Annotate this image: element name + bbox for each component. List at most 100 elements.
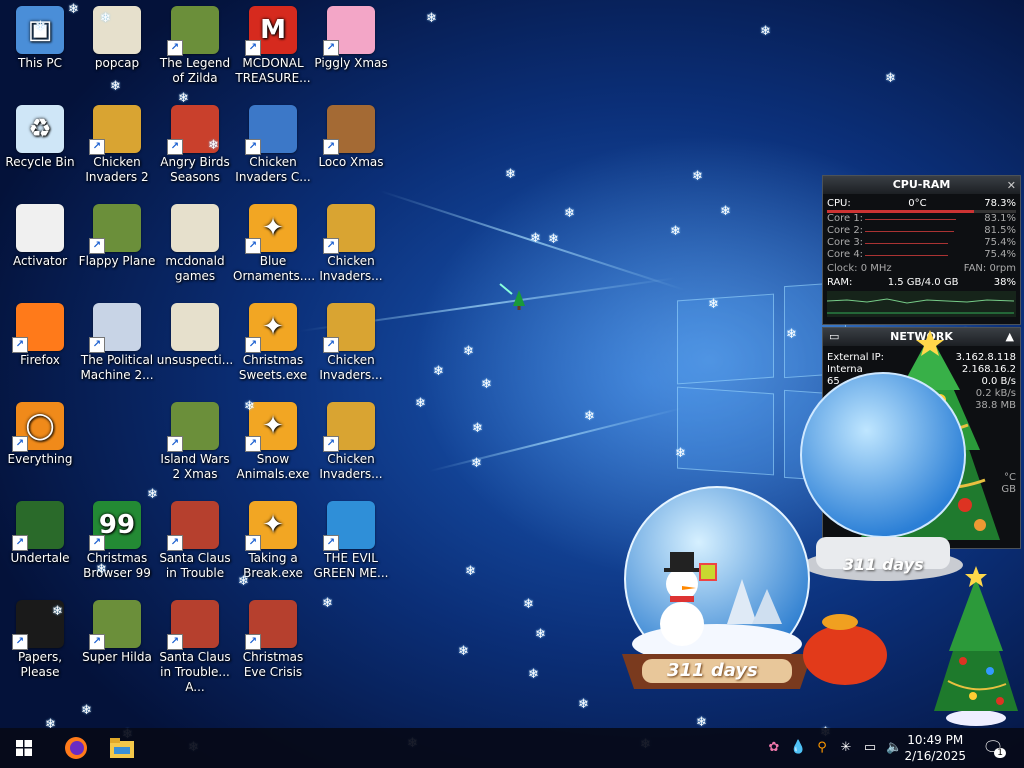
desktop-icon[interactable]: ↗ Papers, Please bbox=[0, 600, 80, 680]
clock-time: 10:49 PM bbox=[907, 733, 964, 747]
chicken-icon: ↗ bbox=[323, 204, 375, 254]
desktop-icon[interactable]: ↗ Christmas Eve Crisis bbox=[233, 600, 313, 680]
file-explorer-taskbar-icon[interactable] bbox=[100, 728, 144, 768]
desktop-icon[interactable]: ↗ Undertale bbox=[0, 501, 80, 566]
puzzle-icon[interactable]: ✿ bbox=[766, 740, 782, 756]
start-button[interactable] bbox=[0, 728, 48, 768]
action-center-button[interactable]: 🗨 1 bbox=[978, 728, 1008, 768]
volume-muted-icon[interactable]: 🔈 bbox=[886, 740, 902, 756]
desktop-icon[interactable]: ↗ Super Hilda bbox=[77, 600, 157, 665]
desktop-icon-label: Santa Claus in Trouble bbox=[159, 551, 231, 580]
shortcut-arrow-icon: ↗ bbox=[323, 436, 339, 452]
desktop-icon[interactable]: ↗ The Political Machine 2... bbox=[77, 303, 157, 383]
exe-icon: ✦ ↗ bbox=[245, 204, 297, 254]
undertale-icon: ↗ bbox=[12, 501, 64, 551]
snowflake-icon: ❄ bbox=[675, 446, 686, 461]
cpu-ram-gadget[interactable]: CPU-RAM ✕ CPU: 0°C 78.3% Core 1: 83.1% Cor… bbox=[822, 175, 1021, 325]
desktop-icon[interactable]: Activator bbox=[0, 204, 80, 269]
cpu-label: CPU: bbox=[827, 198, 851, 209]
snowflake-icon: ❄ bbox=[548, 232, 559, 247]
desktop-icon[interactable]: ↗ THE EVIL GREEN ME... bbox=[311, 501, 391, 581]
drop-icon[interactable]: 💧 bbox=[790, 740, 806, 756]
shortcut-arrow-icon: ↗ bbox=[245, 139, 261, 155]
desktop-icon-label: Christmas Browser 99 bbox=[83, 551, 151, 580]
shortcut-arrow-icon: ↗ bbox=[323, 337, 339, 353]
snowglobe-days-label: 311 days bbox=[843, 555, 924, 574]
desktop-icon[interactable]: ↗ Loco Xmas bbox=[311, 105, 391, 170]
snowflake-icon: ❄ bbox=[68, 2, 79, 17]
desktop-icon[interactable]: ↗ Chicken Invaders... bbox=[311, 303, 391, 383]
snowglobe-gadget[interactable]: 311 days bbox=[798, 365, 968, 590]
search-tray-icon[interactable]: ⚲ bbox=[814, 740, 830, 756]
desktop-icon[interactable]: 99 ↗ Christmas Browser 99 bbox=[77, 501, 157, 581]
desktop-icon[interactable]: ↗ Angry Birds Seasons bbox=[155, 105, 235, 185]
desktop-icon[interactable]: popcap bbox=[77, 6, 157, 71]
shortcut-arrow-icon: ↗ bbox=[323, 139, 339, 155]
desktop-icon-label: Activator bbox=[12, 254, 68, 268]
desktop-icon[interactable]: ↗ Chicken Invaders C... bbox=[233, 105, 313, 185]
desktop-icon[interactable]: ↗ Chicken Invaders... bbox=[311, 204, 391, 284]
desktop-icon-label: Loco Xmas bbox=[318, 155, 384, 169]
gadget-title: CPU-RAM bbox=[892, 178, 951, 191]
santa-icon: ↗ bbox=[245, 600, 297, 650]
shortcut-arrow-icon: ↗ bbox=[12, 337, 28, 353]
desktop-icon[interactable]: ↗ Piggly Xmas bbox=[311, 6, 391, 71]
shortcut-arrow-icon: ↗ bbox=[245, 40, 261, 56]
snowflake-icon: ❄ bbox=[786, 327, 797, 342]
desktop-icon[interactable]: ♻ Recycle Bin bbox=[0, 105, 80, 170]
desktop-icon[interactable]: ↗ Flappy Plane bbox=[77, 204, 157, 269]
desktop-icon[interactable]: unsuspecti... bbox=[155, 303, 235, 368]
desktop-icon-label: Chicken Invaders 2 bbox=[85, 155, 149, 184]
snowflake-icon: ❄ bbox=[463, 344, 474, 359]
clock-readout: Clock: 0 MHz bbox=[827, 263, 892, 274]
snowflake-icon: ❄ bbox=[530, 231, 541, 246]
christmas-tree-cursor-icon bbox=[498, 282, 528, 312]
desktop-icon-label: The Legend of Zilda bbox=[159, 56, 231, 85]
snowflake-icon: ❄ bbox=[96, 562, 107, 577]
snowglobe-snowman-gadget[interactable]: 311 days bbox=[612, 484, 822, 710]
desktop-icon[interactable]: ✦ ↗ Snow Animals.exe bbox=[233, 402, 313, 482]
snowflake-icon: ❄ bbox=[208, 138, 219, 153]
snowflake-icon: ❄ bbox=[178, 91, 189, 106]
close-icon[interactable]: ✕ bbox=[1007, 179, 1016, 192]
desktop-icon-label: This PC bbox=[18, 56, 62, 70]
ornament-decoration bbox=[800, 610, 890, 690]
snowflake-icon: ❄ bbox=[458, 644, 469, 659]
network-icon[interactable]: ▭ bbox=[862, 740, 878, 756]
desktop-icon[interactable]: M ↗ MCDONAL TREASURE... bbox=[233, 6, 313, 86]
shortcut-arrow-icon: ↗ bbox=[167, 535, 183, 551]
desktop-icon[interactable]: ✦ ↗ Blue Ornaments.... bbox=[233, 204, 315, 284]
firefox-icon: ↗ bbox=[12, 303, 64, 353]
taskbar-clock[interactable]: 10:49 PM 2/16/2025 bbox=[904, 732, 966, 764]
snowflake-icon: ❄ bbox=[584, 409, 595, 424]
core-value: 81.5% bbox=[984, 225, 1016, 236]
desktop-icon[interactable]: ↗ The Legend of Zilda bbox=[155, 6, 235, 86]
desktop-icon-label: Super Hilda bbox=[82, 650, 152, 664]
desktop-icon[interactable]: ✦ ↗ Taking a Break.exe bbox=[233, 501, 313, 581]
desktop-icon[interactable]: mcdonald games bbox=[155, 204, 235, 284]
desktop-icon[interactable]: ↗ Firefox bbox=[0, 303, 80, 368]
desktop-icon[interactable]: ↗ Santa Claus in Trouble bbox=[155, 501, 235, 581]
snowflake-icon: ❄ bbox=[535, 627, 546, 642]
shortcut-arrow-icon: ↗ bbox=[167, 634, 183, 650]
shortcut-arrow-icon: ↗ bbox=[167, 139, 183, 155]
desktop-icon[interactable]: ↗ Chicken Invaders... bbox=[311, 402, 391, 482]
desktop-icon-label: Island Wars 2 Xmas bbox=[160, 452, 230, 481]
desktop-icon-label: Piggly Xmas bbox=[314, 56, 388, 70]
shortcut-arrow-icon: ↗ bbox=[323, 238, 339, 254]
core-row: Core 4: 75.4% bbox=[823, 249, 1020, 261]
desktop-icon[interactable]: ↗ Island Wars 2 Xmas bbox=[155, 402, 235, 482]
desktop-icon[interactable]: ✦ ↗ Christmas Sweets.exe bbox=[233, 303, 313, 383]
messenger-icon: ↗ bbox=[323, 501, 375, 551]
desktop-icon-label: Christmas Sweets.exe bbox=[238, 353, 308, 382]
desktop-icon[interactable]: ↗ Chicken Invaders 2 bbox=[77, 105, 157, 185]
desktop-icon[interactable]: ◯ ↗ Everything bbox=[0, 402, 80, 467]
snowflake-tray-icon[interactable]: ✳ bbox=[838, 740, 854, 756]
snowflake-icon: ❄ bbox=[471, 456, 482, 471]
shortcut-arrow-icon: ↗ bbox=[12, 436, 28, 452]
firefox-taskbar-icon[interactable] bbox=[54, 728, 98, 768]
snowflake-icon: ❄ bbox=[465, 564, 476, 579]
shortcut-arrow-icon: ↗ bbox=[89, 139, 105, 155]
desktop-icon[interactable]: ↗ Santa Claus in Trouble... A... bbox=[155, 600, 235, 695]
snowflake-icon: ❄ bbox=[322, 596, 333, 611]
